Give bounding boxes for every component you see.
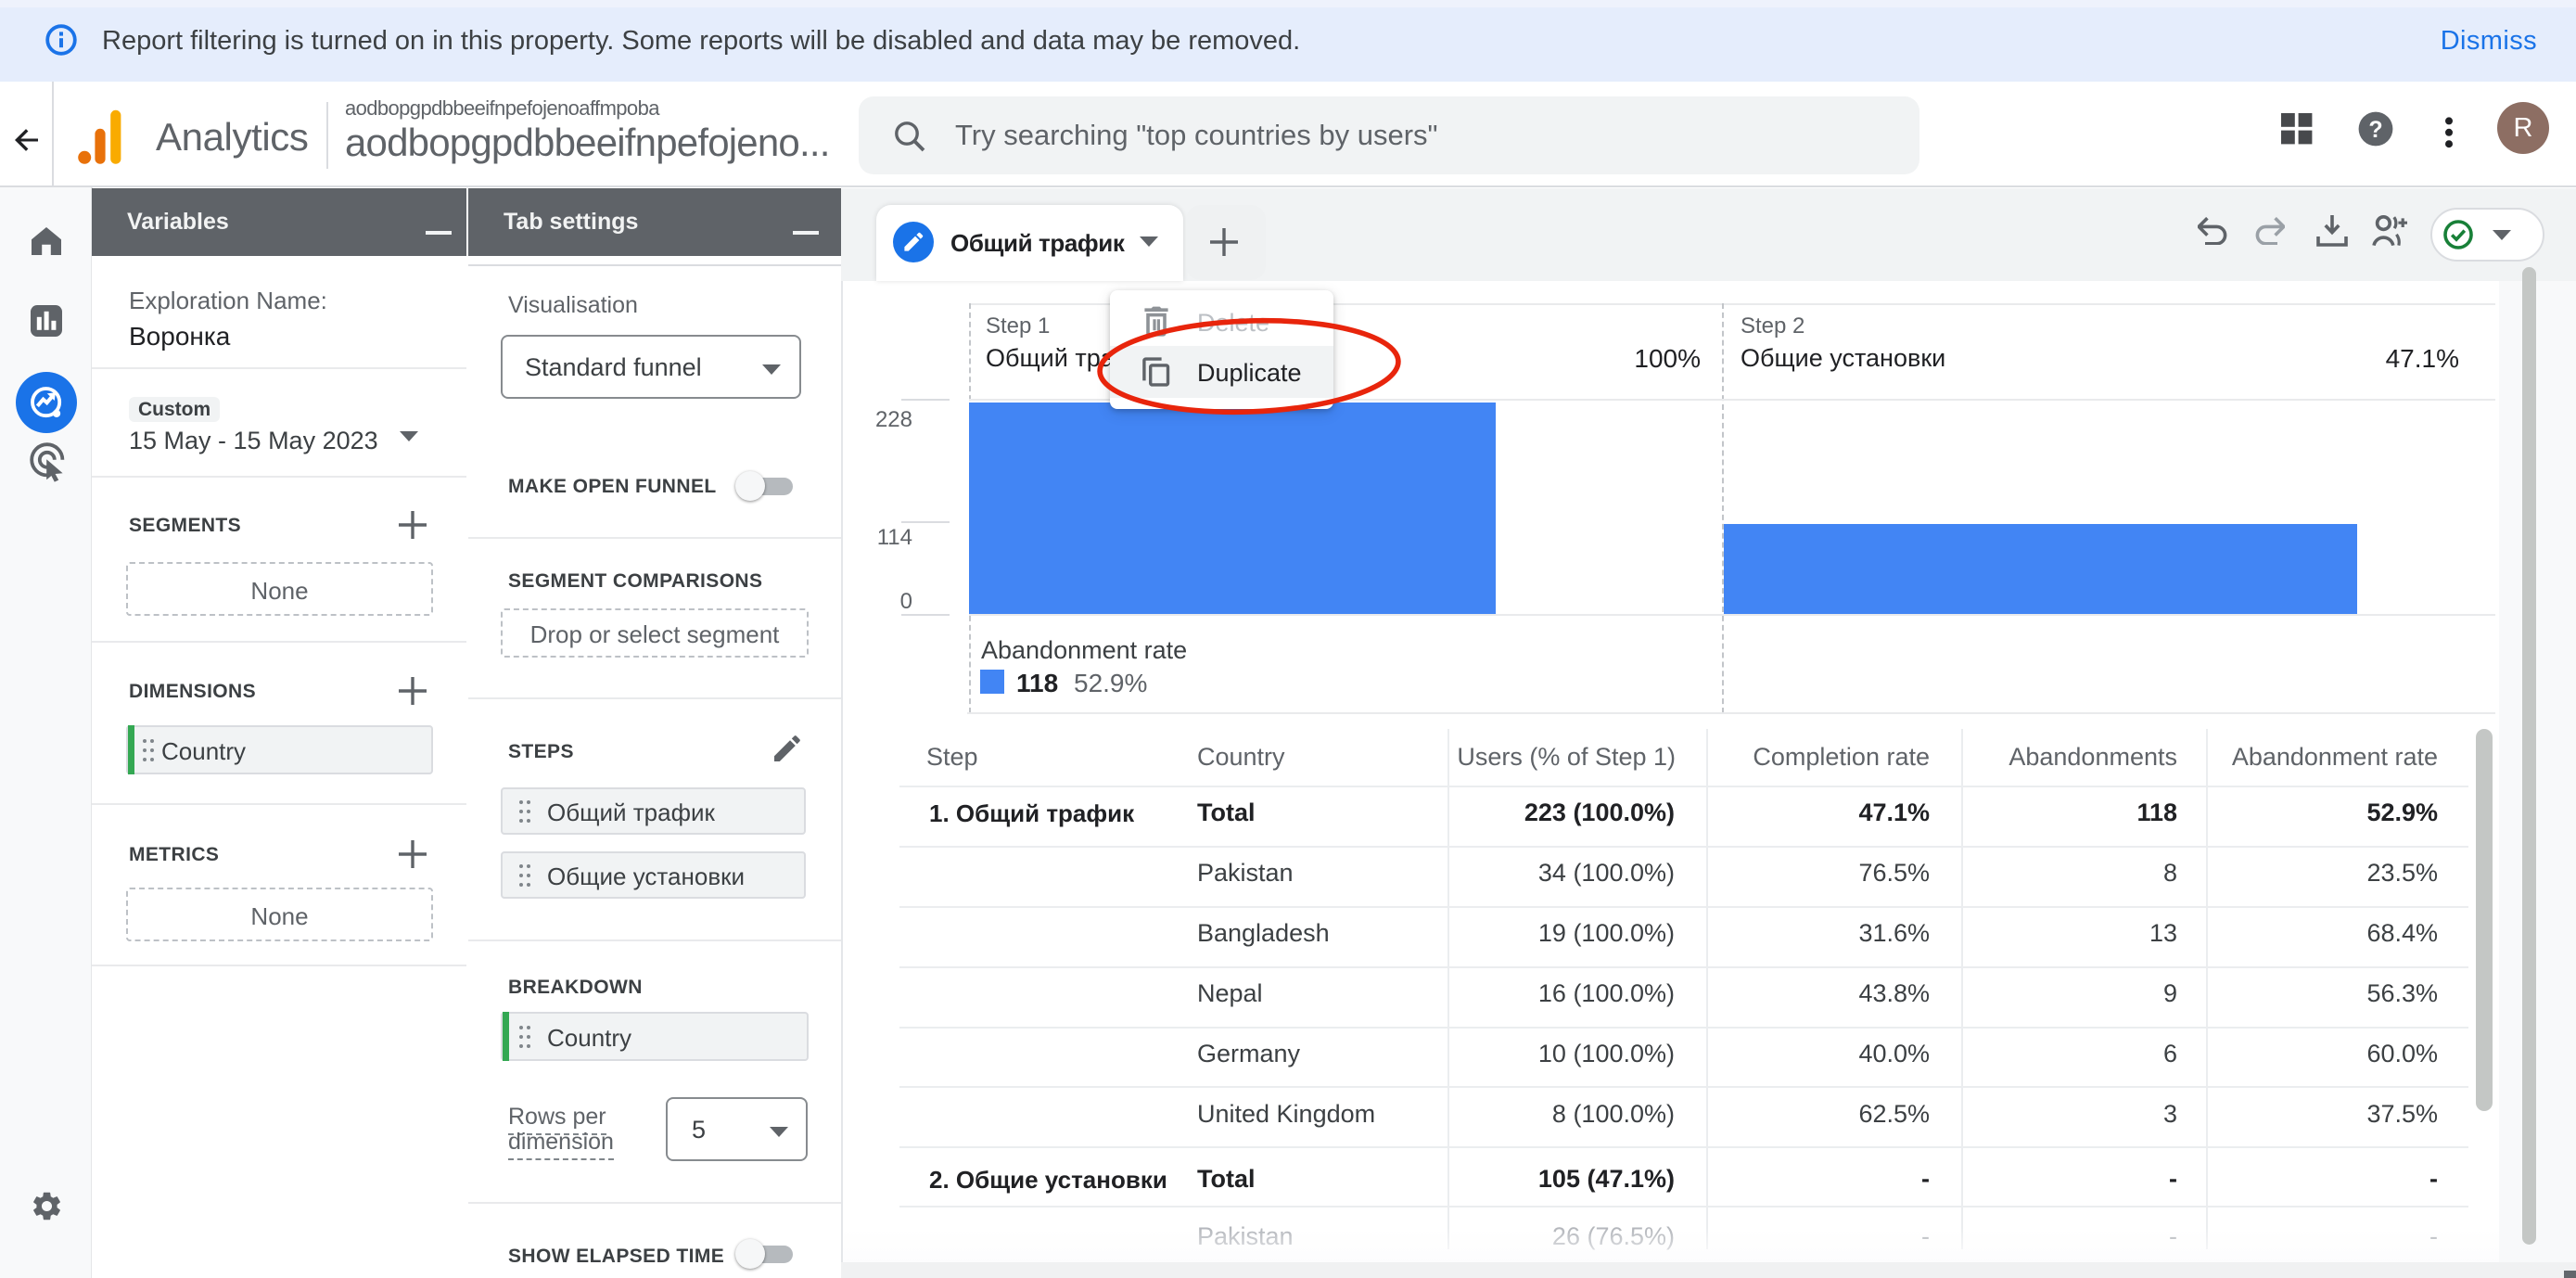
svg-text:?: ? — [2368, 117, 2382, 143]
